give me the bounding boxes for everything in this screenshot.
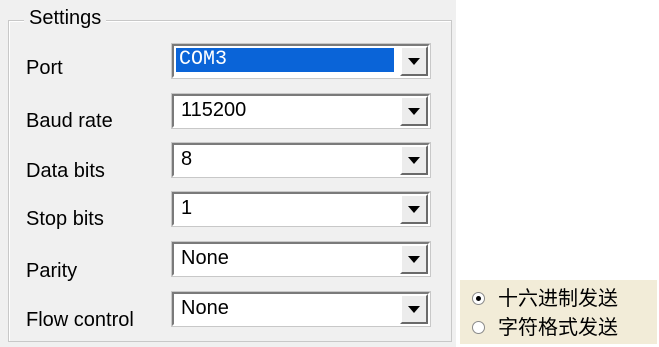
chevron-down-icon bbox=[408, 108, 420, 115]
settings-groupbox-title: Settings bbox=[24, 5, 107, 31]
radio-hex-send-label[interactable]: 十六进制发送 bbox=[498, 284, 618, 312]
stop-bits-label: Stop bits bbox=[26, 208, 104, 230]
chevron-down-icon bbox=[408, 157, 420, 164]
parity-dropdown-button[interactable] bbox=[400, 244, 428, 274]
port-label: Port bbox=[26, 57, 63, 79]
flow-control-label: Flow control bbox=[26, 309, 134, 331]
radio-button-unchecked-icon[interactable] bbox=[472, 321, 485, 334]
flow-control-combobox[interactable]: None bbox=[172, 292, 430, 326]
chevron-down-icon bbox=[408, 58, 420, 65]
radio-button-checked-icon[interactable] bbox=[472, 292, 485, 305]
chevron-down-icon bbox=[408, 306, 420, 313]
radio-dot-icon bbox=[476, 296, 481, 301]
settings-panel: Settings Port COM3 Baud rate 115200 Data… bbox=[0, 0, 456, 347]
data-bits-dropdown-button[interactable] bbox=[400, 145, 428, 175]
port-value: COM3 bbox=[176, 48, 394, 72]
stop-bits-value: 1 bbox=[181, 197, 193, 219]
parity-label: Parity bbox=[26, 260, 78, 282]
flow-control-dropdown-button[interactable] bbox=[400, 294, 428, 324]
data-bits-value: 8 bbox=[181, 148, 193, 170]
data-bits-label: Data bits bbox=[26, 160, 105, 182]
baud-rate-label: Baud rate bbox=[26, 110, 113, 132]
chevron-down-icon bbox=[408, 206, 420, 213]
radio-text-send-label[interactable]: 字符格式发送 bbox=[498, 313, 618, 341]
baud-rate-dropdown-button[interactable] bbox=[400, 96, 428, 126]
port-combobox[interactable]: COM3 bbox=[172, 44, 430, 78]
port-dropdown-button[interactable] bbox=[400, 46, 428, 76]
send-mode-radio-group: 十六进制发送 字符格式发送 bbox=[460, 280, 657, 344]
stop-bits-dropdown-button[interactable] bbox=[400, 194, 428, 224]
parity-combobox[interactable]: None bbox=[172, 242, 430, 276]
data-bits-combobox[interactable]: 8 bbox=[172, 143, 430, 177]
parity-value: None bbox=[181, 247, 229, 269]
baud-rate-value: 115200 bbox=[181, 99, 247, 121]
baud-rate-combobox[interactable]: 115200 bbox=[172, 94, 430, 128]
stop-bits-combobox[interactable]: 1 bbox=[172, 192, 430, 226]
flow-control-value: None bbox=[181, 297, 229, 319]
chevron-down-icon bbox=[408, 256, 420, 263]
